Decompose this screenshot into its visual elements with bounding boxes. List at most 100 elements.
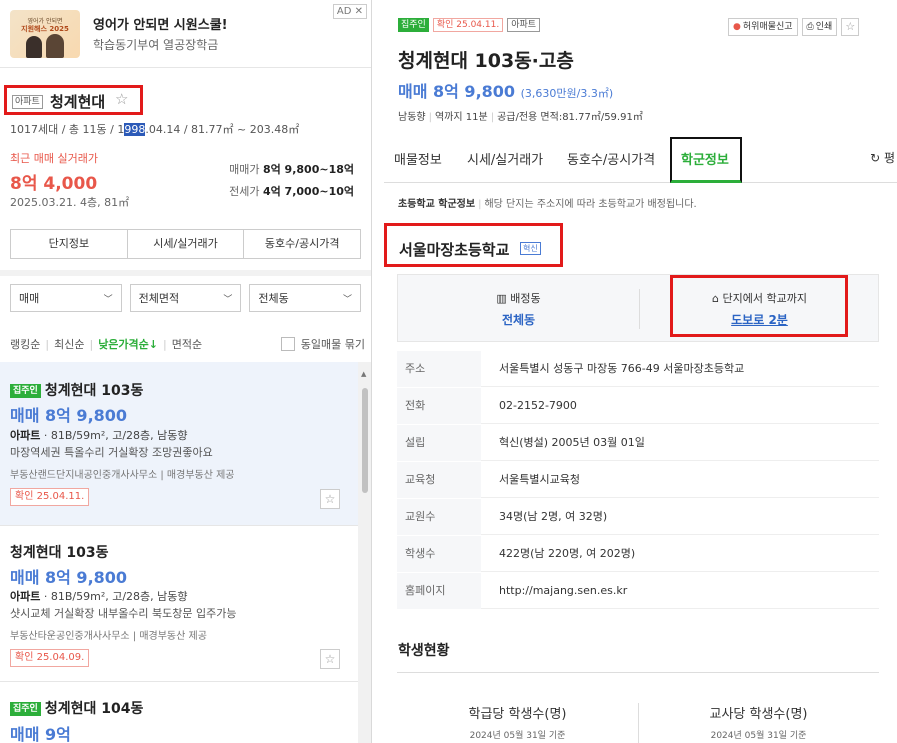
- refresh-area-toggle[interactable]: ↻ 평: [870, 149, 895, 166]
- list-item[interactable]: 집주인 청계현대 104동 매매 9억: [0, 682, 358, 743]
- student-stats-title: 학생현황: [398, 643, 450, 659]
- complex-summary-text: 1017세대 / 총 11동 / 1: [10, 123, 125, 136]
- group-same-listings-toggle[interactable]: 동일매물 묶기: [280, 336, 365, 352]
- table-row: 전화 02-2152-7900: [397, 388, 879, 424]
- detail-station: 역까지 11분: [434, 112, 488, 123]
- siren-icon: ●: [733, 22, 741, 32]
- listing-panel: 영어가 안되면 지원해스 2025 영어가 안되면 시원스쿨! 학습동기부여 열…: [0, 0, 372, 743]
- stat-date: 2024년 05월 31일 기준: [710, 731, 807, 741]
- owner-badge: 집주인: [10, 702, 41, 716]
- listing-agent: 부동산랜드단지내공인중개사사무소 | 매경부동산 제공: [10, 470, 235, 481]
- assigned-dong-label: ▥ 배정동: [398, 290, 639, 306]
- report-button[interactable]: ● 허위매물신고: [728, 18, 798, 36]
- student-stats: 학급당 학생수(명) 2024년 05월 31일 기준 교사당 학생수(명) 2…: [397, 672, 879, 743]
- table-row: 교육청 서울특별시교육청: [397, 462, 879, 498]
- row-key: 홈페이지: [397, 573, 481, 609]
- row-value: 02-2152-7900: [499, 399, 577, 412]
- recent-trade-price: 8억 4,000: [10, 174, 98, 194]
- ad-person-figure: [46, 34, 64, 58]
- listing-title-text: 청계현대 104동: [44, 701, 144, 717]
- row-value: 혁신(병설) 2005년 03월 01일: [499, 436, 645, 449]
- listing-agent: 부동산타운공인중개사사무소 | 매경부동산 제공: [10, 631, 207, 642]
- tab-unit-official-price[interactable]: 동호수/공시가격: [567, 149, 655, 168]
- complex-name: 청계현대: [50, 93, 106, 111]
- sort-ranking[interactable]: 랭킹순: [10, 336, 40, 352]
- ad-title[interactable]: 영어가 안되면 시원스쿨!: [93, 14, 228, 33]
- jeonse-price-label: 전세가: [229, 185, 260, 198]
- scroll-up-arrow-icon[interactable]: ▲: [361, 370, 366, 378]
- table-row: 학생수 422명(남 220명, 여 202명): [397, 536, 879, 572]
- table-row: 주소 서울특별시 성동구 마장동 766-49 서울마장초등학교: [397, 351, 879, 387]
- listing-spec: 아파트 · 81B/59m², 고/28층, 남동향: [10, 588, 188, 604]
- ad-close-button[interactable]: AD ✕: [332, 4, 367, 19]
- row-key: 주소: [397, 351, 481, 387]
- group-same-listings-label: 동일매물 묶기: [300, 338, 365, 351]
- chevron-down-icon: ﹀: [343, 294, 353, 305]
- sort-separator: |: [89, 337, 94, 351]
- ad-banner[interactable]: 영어가 안되면 지원해스 2025 영어가 안되면 시원스쿨! 학습동기부여 열…: [0, 0, 371, 68]
- favorite-star-icon[interactable]: ☆: [115, 90, 128, 108]
- favorite-star-icon[interactable]: ☆: [841, 18, 860, 36]
- tab-listing-info[interactable]: 매물정보: [394, 149, 442, 168]
- list-item[interactable]: 집주인 청계현대 103동 매매 8억 9,800 아파트 · 81B/59m²,…: [0, 362, 358, 526]
- detail-spec: 남동향 | 역까지 11분 | 공급/전용 면적:81.77㎡/59.91㎡: [398, 108, 643, 123]
- recent-trade-label: 최근 매매 실거래가: [10, 152, 98, 165]
- sort-newest[interactable]: 최신순: [54, 336, 84, 352]
- area-select[interactable]: 전체면적 ﹀: [129, 284, 242, 312]
- favorite-star-icon[interactable]: ☆: [320, 489, 340, 509]
- sort-low-price[interactable]: 낮은가격순↓: [98, 336, 158, 352]
- owner-badge: 집주인: [10, 384, 41, 398]
- scrollbar-thumb[interactable]: [362, 388, 368, 493]
- row-key: 학생수: [397, 536, 481, 572]
- tab-school-info[interactable]: 학군정보: [681, 149, 729, 168]
- confirm-date-badge: 확인 25.04.11.: [432, 18, 504, 32]
- filter-bar: 매매 ﹀ 전체면적 ﹀ 전체동 ﹀: [10, 284, 362, 312]
- table-row: 교원수 34명(남 2명, 여 32명): [397, 499, 879, 535]
- print-button[interactable]: ⎙ 인쇄: [801, 18, 838, 36]
- detail-price-value: 매매 8억 9,800: [398, 82, 516, 101]
- assigned-dong-label-text: 배정동: [510, 292, 541, 305]
- sort-separator: |: [45, 337, 50, 351]
- sale-price-range: 매매가 8억 9,800~18억: [229, 161, 354, 177]
- tab-price-trades[interactable]: 시세/실거래가: [467, 149, 543, 168]
- favorite-star-icon[interactable]: ☆: [320, 649, 340, 669]
- stat-title: 학급당 학생수(명): [468, 707, 567, 722]
- detail-area: 공급/전용 면적:81.77㎡/59.91㎡: [497, 112, 643, 123]
- row-value: 422명(남 220명, 여 202명): [499, 547, 636, 560]
- list-item[interactable]: 청계현대 103동 매매 8억 9,800 아파트 · 81B/59m², 고/…: [0, 526, 358, 682]
- ad-thumb-text: 지원해스 2025: [21, 25, 69, 33]
- ad-subtitle[interactable]: 학습동기부여 열공장학금: [93, 36, 218, 53]
- dong-select[interactable]: 전체동 ﹀: [249, 284, 362, 312]
- deal-type-value: 매매: [19, 292, 40, 305]
- assigned-dong: ▥ 배정동 전체동: [398, 275, 639, 343]
- listing-price: 매매 8억 9,800: [10, 568, 128, 587]
- tab-price-trades[interactable]: 시세/실거래가: [128, 230, 245, 258]
- dong-value: 전체동: [258, 292, 289, 305]
- ad-thumbnail[interactable]: 영어가 안되면 지원해스 2025: [10, 10, 80, 58]
- stat-date: 2024년 05월 31일 기준: [469, 731, 566, 741]
- listing-title: 집주인 청계현대 103동: [10, 380, 143, 400]
- homepage-link[interactable]: http://majang.sen.es.kr: [499, 573, 627, 609]
- jeonse-price-value: 4억 7,000~10억: [262, 185, 354, 198]
- row-key: 교육청: [397, 462, 481, 498]
- tab-complex-info[interactable]: 단지정보: [11, 230, 128, 258]
- listing-spec-text: · 81B/59m², 고/28층, 남동향: [40, 590, 188, 603]
- deal-type-select[interactable]: 매매 ﹀: [10, 284, 122, 312]
- area-value: 전체면적: [138, 292, 180, 305]
- complex-summary: 1017세대 / 총 11동 / 1998.04.14 / 81.77㎡ ~ 2…: [10, 121, 299, 137]
- listing-spec-type: 아파트: [10, 429, 41, 442]
- listing-title: 집주인 청계현대 104동: [10, 698, 143, 718]
- school-district-note-title: 초등학교 학군정보: [398, 199, 476, 210]
- spec-separator: |: [490, 112, 495, 123]
- detail-panel: 집주인 확인 25.04.11. 아파트 ● 허위매물신고 ⎙ 인쇄 ☆ 청계현대 …: [373, 0, 897, 743]
- row-key: 교원수: [397, 499, 481, 535]
- innovation-school-tag: 혁신: [520, 242, 541, 255]
- detail-title: 청계현대 103동·고층: [398, 50, 574, 72]
- detail-price-per-area: (3,630만원/3.3㎡): [520, 87, 614, 100]
- sort-area[interactable]: 면적순: [172, 336, 202, 352]
- detail-tabs: 매물정보 시세/실거래가 동호수/공시가격 학군정보 ↻ 평: [384, 137, 897, 183]
- tab-unit-official-price[interactable]: 동호수/공시가격: [244, 230, 360, 258]
- checkbox-icon[interactable]: [280, 337, 295, 351]
- listing-price: 매매 9억: [10, 725, 71, 743]
- print-label: 인쇄: [815, 22, 833, 32]
